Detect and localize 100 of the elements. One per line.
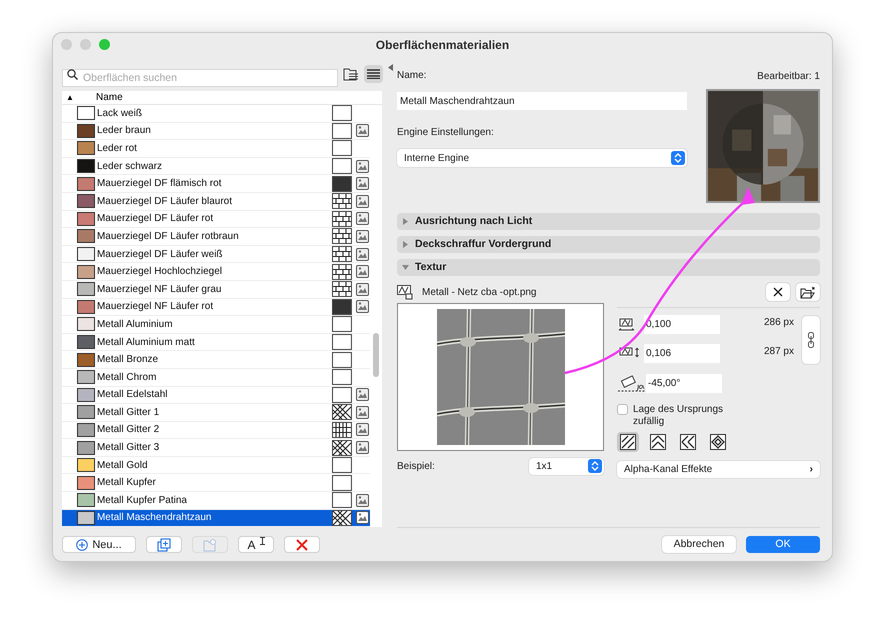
- material-name: Leder braun: [96, 124, 152, 138]
- material-row[interactable]: Metall Gitter 2: [62, 422, 370, 440]
- pattern-icon: [332, 404, 352, 420]
- section-header[interactable]: Textur: [397, 259, 820, 276]
- material-name: Metall Gitter 1: [96, 406, 160, 420]
- pattern-icon: [332, 422, 352, 438]
- material-row[interactable]: Mauerziegel DF flämisch rot: [62, 175, 370, 193]
- sort-indicator[interactable]: ▲: [62, 92, 96, 104]
- texture-file-icon: [397, 284, 414, 300]
- expand-triangle-icon: [402, 241, 409, 248]
- pattern-icon: [332, 316, 352, 332]
- material-row[interactable]: Mauerziegel NF Läufer grau: [62, 280, 370, 299]
- material-row[interactable]: Metall Edelstahl: [62, 386, 370, 404]
- texture-file-name: Metall - Netz cba -opt.png: [422, 286, 536, 300]
- expand-triangle-icon: [402, 218, 409, 225]
- material-row[interactable]: Mauerziegel DF Läufer rot: [62, 210, 370, 228]
- pattern-icon: [332, 193, 352, 210]
- sample-select[interactable]: 1x1: [529, 458, 604, 474]
- search-field[interactable]: Oberflächen suchen: [62, 69, 338, 87]
- image-icon: [356, 300, 370, 314]
- section-header[interactable]: Ausrichtung nach Licht: [397, 213, 820, 230]
- projection-button[interactable]: [647, 432, 669, 452]
- image-icon: [356, 423, 370, 436]
- pixel-size: 287 px: [762, 345, 794, 359]
- folder-view-icon[interactable]: [343, 67, 359, 81]
- delete-button[interactable]: [284, 536, 320, 554]
- height-field[interactable]: 0,106: [644, 344, 720, 363]
- material-row[interactable]: Metall Kupfer: [62, 474, 370, 492]
- image-icon: [356, 177, 370, 190]
- material-row[interactable]: Mauerziegel Hochlochziegel: [62, 263, 370, 281]
- pattern-icon: [332, 474, 352, 491]
- material-row[interactable]: Metall Bronze: [62, 351, 370, 369]
- material-row[interactable]: Metall Gold: [62, 456, 370, 474]
- alpha-effects-button[interactable]: Alpha-Kanal Effekte ›: [617, 461, 820, 478]
- projection-button[interactable]: [617, 432, 639, 452]
- new-button[interactable]: Neu...: [62, 536, 136, 554]
- material-row[interactable]: Metall Maschendrahtzaun: [62, 510, 370, 528]
- projection-icon: [680, 434, 696, 450]
- checkbox[interactable]: [617, 404, 628, 415]
- material-row[interactable]: Metall Gitter 3: [62, 439, 370, 457]
- angle-field[interactable]: -45,00°: [646, 374, 722, 393]
- image-icon: [356, 230, 370, 243]
- section-header[interactable]: Deckschraffur Vordergrund: [397, 236, 820, 253]
- open-texture-button[interactable]: [796, 283, 820, 301]
- material-row[interactable]: Metall Aluminium: [62, 316, 370, 334]
- rename-button[interactable]: A: [238, 536, 274, 554]
- pattern-icon: [332, 352, 352, 368]
- delete-icon: [296, 538, 308, 551]
- collapse-icon[interactable]: [388, 64, 393, 71]
- pattern-icon: [332, 386, 352, 403]
- material-row[interactable]: Mauerziegel DF Läufer weiß: [62, 246, 370, 264]
- image-icon: [356, 265, 370, 278]
- projection-button[interactable]: [707, 432, 729, 452]
- pattern-icon: [332, 440, 352, 456]
- pattern-icon: [332, 298, 352, 315]
- image-icon: [356, 124, 370, 138]
- scrollbar-thumb[interactable]: [373, 333, 379, 377]
- angle-icon: [617, 374, 645, 392]
- list-view-button[interactable]: [364, 65, 383, 83]
- material-row[interactable]: Mauerziegel DF Läufer blaurot: [62, 192, 370, 211]
- material-row[interactable]: Mauerziegel DF Läufer rotbraun: [62, 228, 370, 246]
- name-field[interactable]: Metall Maschendrahtzaun: [397, 92, 687, 110]
- image-icon: [356, 194, 370, 208]
- material-name: Mauerziegel Hochlochziegel: [96, 265, 224, 280]
- folder-icon: [203, 538, 217, 552]
- material-row[interactable]: Metall Aluminium matt: [62, 334, 370, 352]
- name-column-header[interactable]: Name: [96, 90, 332, 105]
- material-row[interactable]: Leder schwarz: [62, 158, 370, 176]
- material-name: Leder rot: [96, 142, 138, 156]
- material-name: Leder schwarz: [96, 160, 163, 174]
- material-name: Mauerziegel DF Läufer blaurot: [96, 194, 234, 209]
- image-icon: [356, 212, 370, 226]
- pattern-icon: [332, 158, 352, 174]
- material-row[interactable]: Leder rot: [62, 140, 370, 158]
- folder-icon: [800, 286, 816, 298]
- image-icon: [356, 282, 370, 296]
- material-name: Metall Edelstahl: [96, 388, 169, 402]
- engine-select[interactable]: Interne Engine: [397, 149, 687, 167]
- material-row[interactable]: Mauerziegel NF Läufer rot: [62, 298, 370, 316]
- cancel-button[interactable]: Abbrechen: [662, 536, 736, 553]
- duplicate-button[interactable]: [146, 536, 182, 554]
- ok-button[interactable]: OK: [746, 536, 820, 553]
- pattern-icon: [332, 246, 352, 262]
- engine-label: Engine Einstellungen:: [397, 126, 495, 140]
- plus-icon: [76, 538, 88, 551]
- close-icon: [773, 287, 783, 297]
- image-icon: [356, 406, 370, 419]
- material-name: Metall Aluminium matt: [96, 336, 196, 350]
- material-row[interactable]: Leder braun: [62, 122, 370, 140]
- material-row[interactable]: Metall Chrom: [62, 368, 370, 386]
- material-name: Mauerziegel DF Läufer rot: [96, 212, 214, 226]
- pixel-size: 286 px: [762, 316, 794, 330]
- pattern-icon: [332, 369, 352, 386]
- projection-button[interactable]: [677, 432, 699, 452]
- name-label: Name:: [397, 68, 426, 82]
- material-row[interactable]: Metall Gitter 1: [62, 404, 370, 422]
- material-name: Metall Chrom: [96, 370, 158, 385]
- material-row[interactable]: Lack weiß: [62, 105, 370, 123]
- remove-texture-button[interactable]: [766, 283, 790, 301]
- link-button[interactable]: [802, 316, 820, 364]
